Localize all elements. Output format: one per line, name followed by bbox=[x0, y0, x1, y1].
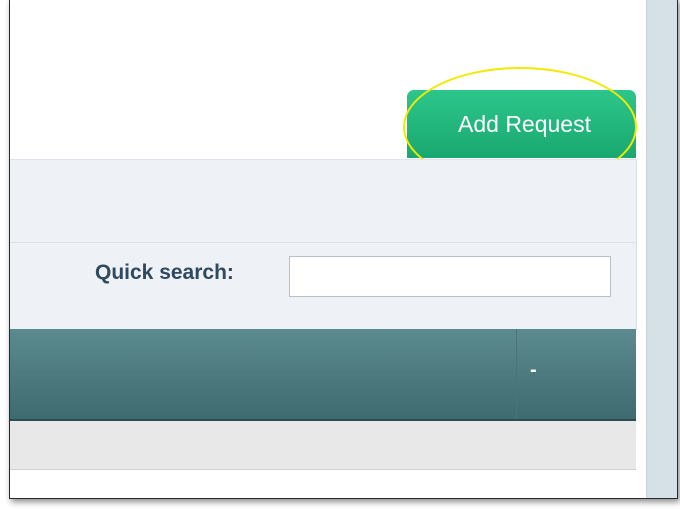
add-request-button[interactable]: Add Request bbox=[407, 90, 636, 158]
app-window: Add Request Quick search: - bbox=[9, 0, 678, 499]
filter-panel: Quick search: bbox=[10, 159, 637, 330]
quick-search-input[interactable] bbox=[289, 256, 611, 297]
table-header: - bbox=[10, 329, 636, 421]
quick-search-label: Quick search: bbox=[95, 261, 234, 284]
table-footer bbox=[10, 470, 636, 498]
panel-divider bbox=[10, 242, 636, 243]
table-column-header[interactable]: - bbox=[530, 359, 537, 382]
table-row[interactable] bbox=[10, 421, 636, 470]
column-separator bbox=[516, 329, 517, 419]
side-panel bbox=[646, 0, 677, 498]
